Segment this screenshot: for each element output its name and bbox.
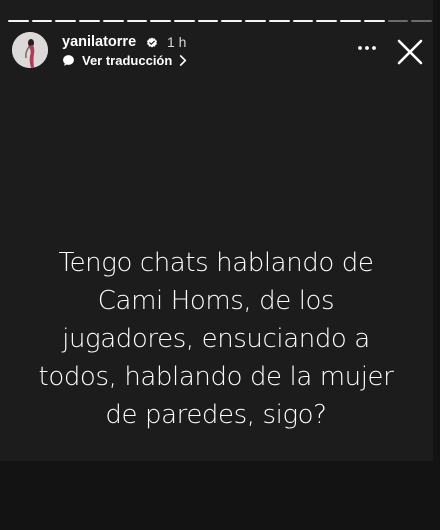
progress-segment bbox=[79, 20, 100, 22]
close-icon[interactable] bbox=[397, 39, 423, 65]
progress-segment bbox=[150, 20, 172, 22]
verified-badge-icon bbox=[146, 36, 158, 48]
story-text-line: todos, hablando de la mujer bbox=[38, 362, 394, 392]
avatar[interactable] bbox=[12, 32, 48, 68]
progress-segment bbox=[8, 20, 29, 22]
progress-segment bbox=[411, 20, 432, 22]
more-options-icon[interactable] bbox=[355, 36, 379, 60]
progress-segment bbox=[316, 20, 338, 22]
story-text: Tengo chats hablando de Cami Homs, de lo… bbox=[12, 244, 420, 434]
progress-segment bbox=[102, 20, 124, 22]
progress-segment bbox=[197, 20, 219, 22]
translate-button[interactable]: Ver traducción bbox=[62, 53, 187, 68]
progress-segment bbox=[174, 20, 195, 22]
progress-segment bbox=[221, 20, 243, 22]
progress-segment bbox=[126, 20, 148, 22]
progress-segment bbox=[55, 20, 77, 22]
chevron-right-icon bbox=[179, 55, 187, 66]
progress-segment bbox=[31, 20, 53, 22]
username[interactable]: yanilatorre bbox=[62, 34, 136, 50]
post-time: 1 h bbox=[167, 34, 187, 50]
story-text-line: Cami Homs, de los bbox=[97, 286, 335, 316]
story-text-line: jugadores, ensuciando a bbox=[62, 324, 370, 354]
progress-segment bbox=[387, 20, 409, 22]
story-text-line: de paredes, sigo? bbox=[105, 400, 327, 430]
progress-segment bbox=[292, 20, 314, 22]
progress-segment bbox=[245, 20, 266, 22]
story-progress-bar bbox=[8, 20, 432, 22]
progress-segment bbox=[268, 20, 290, 22]
progress-segment bbox=[340, 20, 361, 22]
avatar-image bbox=[12, 32, 48, 68]
story-text-line: Tengo chats hablando de bbox=[58, 248, 374, 278]
translate-label: Ver traducción bbox=[82, 53, 173, 68]
story-viewer: yanilatorre 1 h Ver traducción Tengo cha… bbox=[0, 0, 440, 530]
progress-segment bbox=[363, 20, 385, 22]
translate-icon bbox=[62, 54, 75, 67]
